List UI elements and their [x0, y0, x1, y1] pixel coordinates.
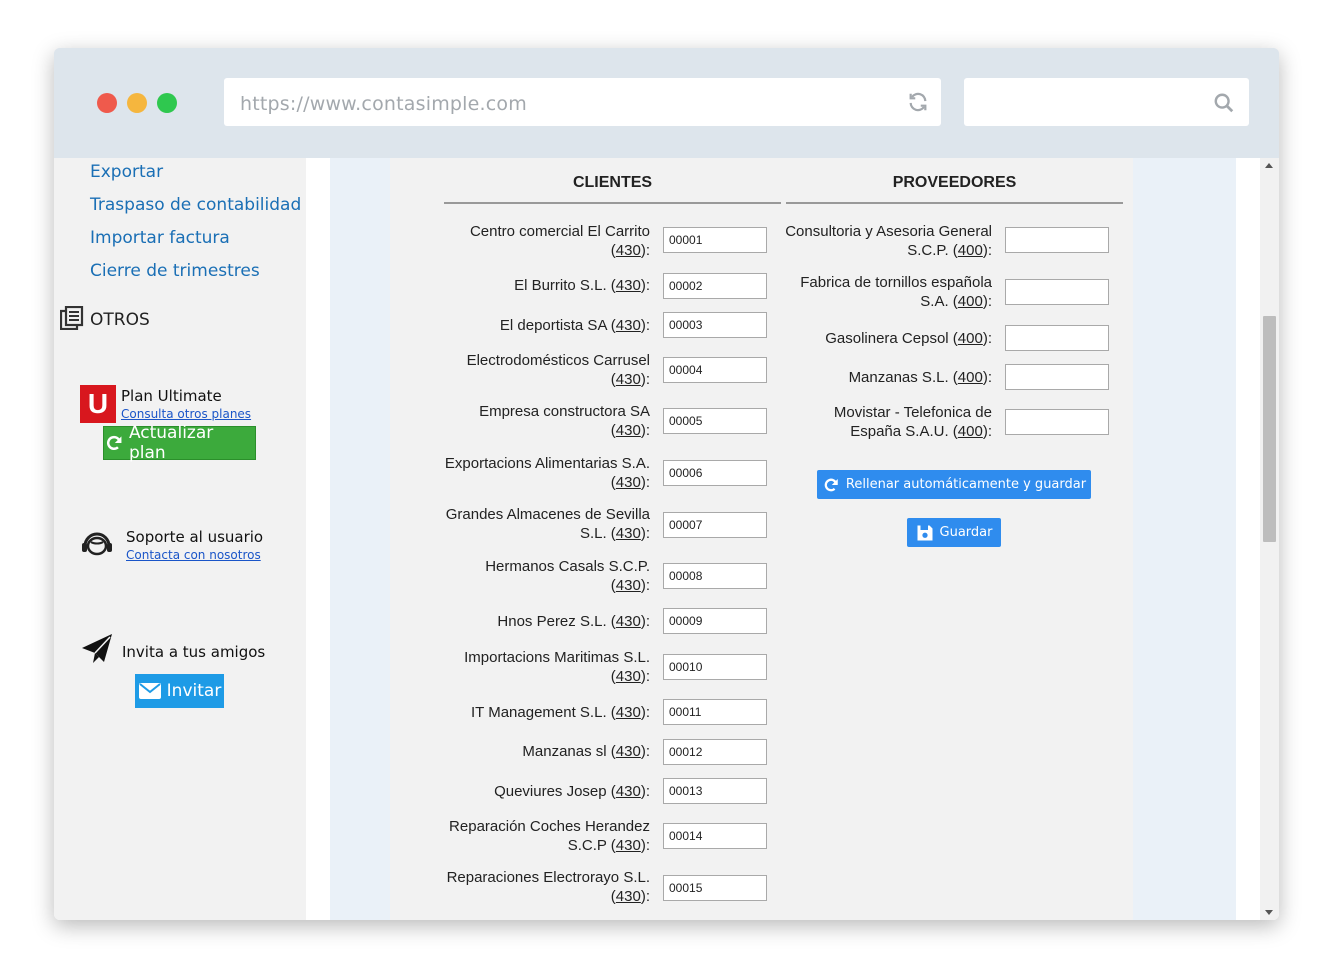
client-code-input[interactable]: 00001 [663, 227, 767, 253]
address-bar-url[interactable]: https://www.contasimple.com [240, 93, 527, 115]
client-label: Exportacions Alimentarias S.A. (430): [444, 455, 650, 491]
sidebar-section-otros[interactable]: OTROS [90, 310, 150, 330]
client-code-input[interactable]: 00009 [663, 608, 767, 634]
client-label: Reparaciones Electrorayo S.L. (430): [446, 869, 650, 905]
client-label: Queviures Josep (430): [494, 783, 650, 800]
client-code-input[interactable]: 00010 [663, 654, 767, 680]
client-label: Centro comercial El Carrito (430): [469, 223, 650, 259]
refresh-icon [824, 478, 838, 491]
reload-icon[interactable] [907, 91, 929, 113]
address-bar[interactable]: https://www.contasimple.com [224, 78, 941, 126]
page-scrollbar[interactable] [1260, 158, 1279, 920]
search-icon[interactable] [1213, 92, 1235, 114]
browser-search-bar[interactable] [964, 78, 1249, 126]
supplier-code-input[interactable] [1005, 409, 1109, 435]
save-button[interactable]: Guardar [907, 518, 1001, 547]
envelope-icon [138, 683, 161, 699]
supplier-code-input[interactable] [1005, 279, 1109, 305]
client-code-input[interactable]: 00003 [663, 312, 767, 338]
client-code-input[interactable]: 00014 [663, 823, 767, 849]
client-code-input[interactable]: 00004 [663, 357, 767, 383]
maximize-window-button[interactable] [157, 93, 177, 113]
contact-us-link[interactable]: Contacta con nosotros [126, 548, 261, 562]
scroll-down-arrow-icon[interactable] [1265, 910, 1273, 915]
autofill-save-label: Rellenar automáticamente y guardar [845, 477, 1087, 492]
support-title: Soporte al usuario [126, 528, 264, 546]
invite-button[interactable]: Invitar [135, 674, 224, 708]
support-headset-icon [82, 532, 112, 556]
client-label: Empresa constructora SA (430): [479, 403, 650, 439]
client-label: El Burrito S.L. (430): [514, 277, 650, 294]
sidebar: Exportar Traspaso de contabilidad Import… [54, 158, 306, 920]
suppliers-heading: PROVEEDORES [892, 174, 1017, 191]
client-code-input[interactable]: 00006 [663, 460, 767, 486]
client-code-input[interactable]: 00005 [663, 408, 767, 434]
supplier-label: Consultoria y Asesoria General S.C.P. (4… [785, 223, 992, 259]
client-label: Electrodomésticos Carrusel (430): [466, 352, 650, 388]
minimize-window-button[interactable] [127, 93, 147, 113]
sidebar-link-cierre-trimestres[interactable]: Cierre de trimestres [90, 261, 260, 281]
close-window-button[interactable] [97, 93, 117, 113]
refresh-icon [106, 435, 122, 450]
floppy-disk-icon [917, 525, 933, 540]
client-label: Manzanas sl (430): [522, 743, 650, 760]
autofill-save-button[interactable]: Rellenar automáticamente y guardar [817, 470, 1091, 499]
client-label: Reparación Coches Herandez S.C.P (430): [449, 818, 650, 854]
supplier-code-input[interactable] [1005, 227, 1109, 253]
client-label: IT Management S.L. (430): [470, 704, 650, 721]
scrollbar-thumb[interactable] [1263, 316, 1276, 542]
supplier-label: Movistar - Telefonica de España S.A.U. (… [833, 404, 992, 440]
client-label: Importacions Maritimas S.L. (430): [464, 649, 650, 685]
supplier-label: Fabrica de tornillos española S.A. (400)… [800, 274, 992, 310]
client-label: Hnos Perez S.L. (430): [497, 613, 650, 630]
supplier-label: Manzanas S.L. (400): [848, 369, 992, 386]
plan-ultimate-logo: U [80, 385, 116, 423]
page-viewport: Exportar Traspaso de contabilidad Import… [54, 158, 1279, 920]
upgrade-plan-button[interactable]: Actualizar plan [103, 423, 256, 463]
supplier-code-input[interactable] [1005, 325, 1109, 351]
client-code-input[interactable]: 00007 [663, 512, 767, 538]
suppliers-divider [786, 202, 1123, 204]
sidebar-link-exportar[interactable]: Exportar [90, 162, 163, 182]
documents-icon [60, 306, 84, 330]
supplier-code-input[interactable] [1005, 364, 1109, 390]
sidebar-link-traspaso[interactable]: Traspaso de contabilidad [90, 195, 301, 215]
client-label: Hermanos Casals S.C.P. (430): [485, 558, 650, 594]
invite-friends-title: Invita a tus amigos [122, 643, 266, 661]
clients-divider [444, 202, 781, 204]
supplier-label: Gasolinera Cepsol (400): [825, 330, 992, 347]
upgrade-plan-label: Actualizar plan [128, 423, 214, 463]
other-plans-link[interactable]: Consulta otros planes [121, 407, 251, 421]
client-code-input[interactable]: 00002 [663, 273, 767, 299]
paper-plane-icon [82, 634, 112, 663]
sidebar-link-importar-factura[interactable]: Importar factura [90, 228, 230, 248]
clients-heading: CLIENTES [572, 174, 653, 191]
save-button-label: Guardar [939, 525, 993, 540]
client-code-input[interactable]: 00015 [663, 875, 767, 901]
client-code-input[interactable]: 00008 [663, 563, 767, 589]
client-code-input[interactable]: 00011 [663, 699, 767, 725]
client-code-input[interactable]: 00012 [663, 739, 767, 765]
invite-button-label: Invitar [166, 681, 222, 701]
browser-window: https://www.contasimple.com Exportar Tra… [54, 48, 1279, 920]
client-code-input[interactable]: 00013 [663, 778, 767, 804]
plan-title: Plan Ultimate [121, 387, 222, 405]
scroll-up-arrow-icon[interactable] [1265, 163, 1273, 168]
browser-titlebar: https://www.contasimple.com [54, 48, 1279, 158]
client-label: Grandes Almacenes de Sevilla S.L. (430): [445, 506, 650, 542]
client-label: El deportista SA (430): [499, 317, 650, 334]
